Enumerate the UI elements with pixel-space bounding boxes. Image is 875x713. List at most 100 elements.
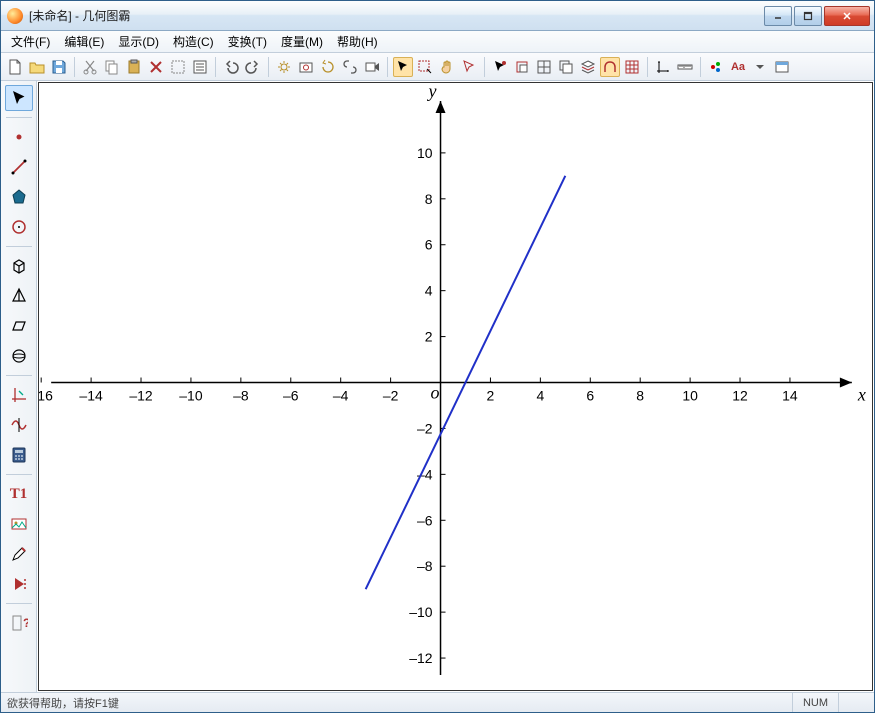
menu-file[interactable]: 文件(F) bbox=[5, 31, 56, 52]
minimize-button[interactable] bbox=[764, 6, 792, 26]
save-icon[interactable] bbox=[49, 57, 69, 77]
status-help-text: 欲获得帮助，请按F1键 bbox=[7, 695, 119, 711]
show-hide-icon[interactable] bbox=[512, 57, 532, 77]
sphere-tool-icon[interactable] bbox=[5, 343, 33, 369]
display-window-icon[interactable] bbox=[772, 57, 792, 77]
paste-icon[interactable] bbox=[124, 57, 144, 77]
copy-icon[interactable] bbox=[102, 57, 122, 77]
close-button[interactable] bbox=[824, 6, 870, 26]
text-style-icon[interactable]: Aa bbox=[728, 57, 748, 77]
axes-icon[interactable] bbox=[653, 57, 673, 77]
gear-icon[interactable] bbox=[274, 57, 294, 77]
screenshot-icon[interactable] bbox=[296, 57, 316, 77]
pointer-tool-icon[interactable] bbox=[393, 57, 413, 77]
polygon-tool-icon[interactable] bbox=[5, 184, 33, 210]
select-region-icon[interactable] bbox=[415, 57, 435, 77]
svg-text:–6: –6 bbox=[417, 512, 433, 528]
dropdown-icon[interactable] bbox=[750, 57, 770, 77]
menu-construct[interactable]: 构造(C) bbox=[167, 31, 220, 52]
new-file-icon[interactable] bbox=[5, 57, 25, 77]
toolbar-separator bbox=[268, 57, 269, 77]
svg-text:–10: –10 bbox=[409, 604, 433, 620]
svg-text:–14: –14 bbox=[79, 387, 103, 403]
prism-tool-icon[interactable] bbox=[5, 313, 33, 339]
link-icon[interactable] bbox=[340, 57, 360, 77]
titlebar: [未命名] - 几何图霸 bbox=[1, 1, 874, 31]
menu-help[interactable]: 帮助(H) bbox=[331, 31, 384, 52]
maximize-button[interactable] bbox=[794, 6, 822, 26]
point-tool-icon[interactable] bbox=[5, 124, 33, 150]
stack-icon[interactable] bbox=[556, 57, 576, 77]
svg-text:x: x bbox=[857, 384, 866, 404]
help-tool-icon[interactable]: ? bbox=[5, 610, 33, 636]
toolbar-separator bbox=[484, 57, 485, 77]
svg-text:6: 6 bbox=[425, 237, 433, 253]
svg-text:14: 14 bbox=[782, 387, 798, 403]
toolbar-separator bbox=[74, 57, 75, 77]
svg-text:8: 8 bbox=[425, 191, 433, 207]
menu-measure[interactable]: 度量(M) bbox=[275, 31, 329, 52]
open-file-icon[interactable] bbox=[27, 57, 47, 77]
svg-text:10: 10 bbox=[417, 145, 433, 161]
svg-text:8: 8 bbox=[636, 387, 644, 403]
hand-icon[interactable] bbox=[437, 57, 457, 77]
svg-text:–12: –12 bbox=[129, 387, 153, 403]
calculator-tool-icon[interactable] bbox=[5, 442, 33, 468]
svg-text:–8: –8 bbox=[233, 387, 249, 403]
menu-transform[interactable]: 变换(T) bbox=[222, 31, 273, 52]
toolbar-separator bbox=[387, 57, 388, 77]
palette-separator bbox=[6, 246, 32, 247]
axes-tool-icon[interactable] bbox=[5, 382, 33, 408]
layers-icon[interactable] bbox=[578, 57, 598, 77]
tool-palette: T1 ? bbox=[1, 81, 37, 692]
cube-tool-icon[interactable] bbox=[5, 253, 33, 279]
play-tool-icon[interactable] bbox=[5, 571, 33, 597]
svg-text:–2: –2 bbox=[417, 420, 433, 436]
pen-tool-icon[interactable] bbox=[5, 541, 33, 567]
menu-display[interactable]: 显示(D) bbox=[112, 31, 165, 52]
record-icon[interactable] bbox=[362, 57, 382, 77]
window-title: [未命名] - 几何图霸 bbox=[29, 7, 762, 24]
delete-icon[interactable] bbox=[146, 57, 166, 77]
svg-text:–8: –8 bbox=[417, 558, 433, 574]
svg-text:o: o bbox=[431, 382, 440, 402]
svg-text:–12: –12 bbox=[409, 650, 433, 666]
drawing-canvas[interactable]: –16–14–12–10–8–6–4–22468101214–12–10–8–6… bbox=[38, 82, 873, 691]
app-icon bbox=[7, 8, 23, 24]
circle-tool-icon[interactable] bbox=[5, 214, 33, 240]
pyramid-tool-icon[interactable] bbox=[5, 283, 33, 309]
ruler-icon[interactable] bbox=[675, 57, 695, 77]
text-tool-icon[interactable]: T1 bbox=[5, 481, 33, 507]
menubar: 文件(F) 编辑(E) 显示(D) 构造(C) 变换(T) 度量(M) 帮助(H… bbox=[1, 31, 874, 53]
svg-text:4: 4 bbox=[536, 387, 544, 403]
line-tool-icon[interactable] bbox=[5, 154, 33, 180]
palette-separator bbox=[6, 603, 32, 604]
font-color-icon[interactable] bbox=[706, 57, 726, 77]
image-tool-icon[interactable] bbox=[5, 511, 33, 537]
properties-icon[interactable] bbox=[190, 57, 210, 77]
coordinate-plot: –16–14–12–10–8–6–4–22468101214–12–10–8–6… bbox=[39, 83, 872, 690]
svg-text:2: 2 bbox=[487, 387, 495, 403]
toolbar-separator bbox=[215, 57, 216, 77]
svg-text:10: 10 bbox=[682, 387, 698, 403]
svg-text:–16: –16 bbox=[39, 387, 53, 403]
selection-arrow-icon[interactable] bbox=[459, 57, 479, 77]
cut-icon[interactable] bbox=[80, 57, 100, 77]
arrow-tool-icon[interactable] bbox=[5, 85, 33, 111]
undo-icon[interactable] bbox=[221, 57, 241, 77]
svg-text:?: ? bbox=[23, 616, 28, 630]
function-tool-icon[interactable] bbox=[5, 412, 33, 438]
select-all-icon[interactable] bbox=[168, 57, 188, 77]
grid-small-icon[interactable] bbox=[534, 57, 554, 77]
grid-icon[interactable] bbox=[622, 57, 642, 77]
svg-text:12: 12 bbox=[732, 387, 748, 403]
trace-pointer-icon[interactable] bbox=[490, 57, 510, 77]
toolbar-separator bbox=[647, 57, 648, 77]
menu-edit[interactable]: 编辑(E) bbox=[58, 31, 110, 52]
rotate-icon[interactable] bbox=[318, 57, 338, 77]
status-num: NUM bbox=[792, 693, 838, 712]
svg-text:–10: –10 bbox=[179, 387, 203, 403]
svg-text:2: 2 bbox=[425, 329, 433, 345]
snap-icon[interactable] bbox=[600, 57, 620, 77]
redo-icon[interactable] bbox=[243, 57, 263, 77]
